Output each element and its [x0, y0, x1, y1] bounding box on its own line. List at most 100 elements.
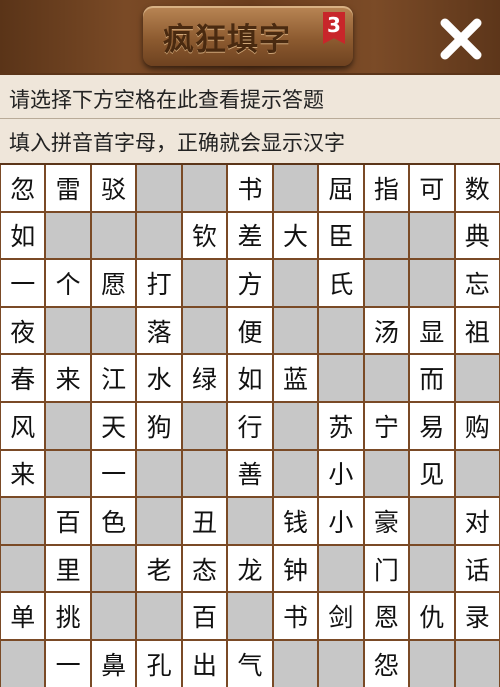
- grid-cell-empty[interactable]: [137, 165, 181, 211]
- grid-cell[interactable]: 指: [364, 165, 409, 211]
- grid-cell[interactable]: 老: [137, 545, 181, 592]
- grid-cell[interactable]: 书: [228, 165, 272, 211]
- grid-cell[interactable]: 钱: [273, 498, 318, 544]
- grid-cell-empty[interactable]: [319, 545, 363, 592]
- grid-cell-empty[interactable]: [273, 260, 318, 306]
- grid-cell-empty[interactable]: [455, 355, 499, 401]
- grid-cell-empty[interactable]: [1, 640, 45, 687]
- grid-cell[interactable]: 录: [455, 593, 499, 639]
- grid-cell-empty[interactable]: [182, 260, 227, 306]
- grid-cell[interactable]: 剑: [319, 593, 363, 639]
- grid-cell[interactable]: 话: [455, 545, 499, 592]
- grid-cell-empty[interactable]: [91, 307, 136, 354]
- grid-cell[interactable]: 可: [410, 165, 454, 211]
- grid-cell[interactable]: 春: [1, 355, 45, 401]
- grid-cell-empty[interactable]: [319, 640, 363, 687]
- grid-cell-empty[interactable]: [1, 498, 45, 544]
- grid-cell[interactable]: 蓝: [273, 355, 318, 401]
- grid-cell[interactable]: 天: [91, 402, 136, 449]
- grid-cell-empty[interactable]: [228, 498, 272, 544]
- grid-cell[interactable]: 挑: [46, 593, 90, 639]
- grid-cell[interactable]: 恩: [364, 593, 409, 639]
- grid-cell-empty[interactable]: [273, 450, 318, 497]
- grid-cell-empty[interactable]: [364, 212, 409, 259]
- grid-cell[interactable]: 忽: [1, 165, 45, 211]
- grid-cell[interactable]: 书: [273, 593, 318, 639]
- grid-cell[interactable]: 来: [1, 450, 45, 497]
- grid-cell[interactable]: 臣: [319, 212, 363, 259]
- grid-cell-empty[interactable]: [182, 450, 227, 497]
- grid-cell[interactable]: 钦: [182, 212, 227, 259]
- grid-cell[interactable]: 鼻: [91, 640, 136, 687]
- grid-cell[interactable]: 态: [182, 545, 227, 592]
- grid-cell[interactable]: 善: [228, 450, 272, 497]
- grid-cell[interactable]: 购: [455, 402, 499, 449]
- grid-cell[interactable]: 苏: [319, 402, 363, 449]
- grid-cell-empty[interactable]: [410, 498, 454, 544]
- grid-cell-empty[interactable]: [46, 307, 90, 354]
- grid-cell[interactable]: 夜: [1, 307, 45, 354]
- grid-cell[interactable]: 典: [455, 212, 499, 259]
- grid-cell-empty[interactable]: [410, 545, 454, 592]
- grid-cell[interactable]: 气: [228, 640, 272, 687]
- grid-cell[interactable]: 行: [228, 402, 272, 449]
- grid-cell-empty[interactable]: [319, 355, 363, 401]
- grid-cell[interactable]: 门: [364, 545, 409, 592]
- grid-cell[interactable]: 一: [1, 260, 45, 306]
- grid-cell-empty[interactable]: [455, 640, 499, 687]
- grid-cell[interactable]: 里: [46, 545, 90, 592]
- grid-cell[interactable]: 见: [410, 450, 454, 497]
- grid-cell[interactable]: 打: [137, 260, 181, 306]
- grid-cell-empty[interactable]: [137, 498, 181, 544]
- grid-cell-empty[interactable]: [182, 307, 227, 354]
- grid-cell-empty[interactable]: [46, 402, 90, 449]
- grid-cell[interactable]: 怨: [364, 640, 409, 687]
- grid-cell-empty[interactable]: [273, 640, 318, 687]
- grid-cell[interactable]: 一: [91, 450, 136, 497]
- grid-cell[interactable]: 雷: [46, 165, 90, 211]
- grid-cell-empty[interactable]: [364, 450, 409, 497]
- grid-cell-empty[interactable]: [46, 450, 90, 497]
- grid-cell[interactable]: 出: [182, 640, 227, 687]
- grid-cell[interactable]: 小: [319, 450, 363, 497]
- grid-cell[interactable]: 来: [46, 355, 90, 401]
- grid-cell[interactable]: 百: [182, 593, 227, 639]
- grid-cell-empty[interactable]: [410, 212, 454, 259]
- grid-cell[interactable]: 氏: [319, 260, 363, 306]
- grid-cell[interactable]: 汤: [364, 307, 409, 354]
- grid-cell-empty[interactable]: [410, 260, 454, 306]
- grid-cell[interactable]: 色: [91, 498, 136, 544]
- grid-cell-empty[interactable]: [182, 165, 227, 211]
- grid-cell-empty[interactable]: [273, 165, 318, 211]
- grid-cell[interactable]: 小: [319, 498, 363, 544]
- grid-cell[interactable]: 钟: [273, 545, 318, 592]
- grid-cell-empty[interactable]: [137, 593, 181, 639]
- grid-cell-empty[interactable]: [410, 640, 454, 687]
- grid-cell[interactable]: 如: [228, 355, 272, 401]
- grid-cell[interactable]: 落: [137, 307, 181, 354]
- grid-cell[interactable]: 差: [228, 212, 272, 259]
- grid-cell-empty[interactable]: [364, 260, 409, 306]
- grid-cell[interactable]: 如: [1, 212, 45, 259]
- grid-cell[interactable]: 仇: [410, 593, 454, 639]
- grid-cell-empty[interactable]: [91, 545, 136, 592]
- grid-cell[interactable]: 而: [410, 355, 454, 401]
- grid-cell-empty[interactable]: [91, 593, 136, 639]
- grid-cell-empty[interactable]: [182, 402, 227, 449]
- grid-cell-empty[interactable]: [273, 307, 318, 354]
- grid-cell-empty[interactable]: [228, 593, 272, 639]
- grid-cell-empty[interactable]: [137, 450, 181, 497]
- grid-cell[interactable]: 豪: [364, 498, 409, 544]
- grid-cell-empty[interactable]: [91, 212, 136, 259]
- grid-cell[interactable]: 易: [410, 402, 454, 449]
- grid-cell[interactable]: 孔: [137, 640, 181, 687]
- grid-cell[interactable]: 大: [273, 212, 318, 259]
- grid-cell[interactable]: 一: [46, 640, 90, 687]
- grid-cell-empty[interactable]: [137, 212, 181, 259]
- grid-cell[interactable]: 忘: [455, 260, 499, 306]
- grid-cell[interactable]: 水: [137, 355, 181, 401]
- grid-cell[interactable]: 屈: [319, 165, 363, 211]
- grid-cell-empty[interactable]: [1, 545, 45, 592]
- close-button[interactable]: [436, 14, 486, 64]
- grid-cell[interactable]: 宁: [364, 402, 409, 449]
